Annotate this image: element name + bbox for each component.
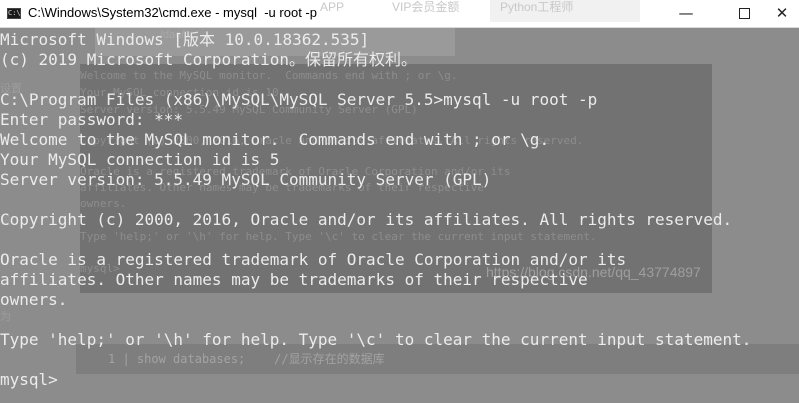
- console-line: C:\Program Files (x86)\MySQL\MySQL Serve…: [0, 90, 598, 109]
- ghost-line: owners.: [80, 197, 127, 210]
- ghost-line: Type 'help;' or '\h' for help. Type '\c'…: [80, 230, 597, 243]
- console-line: owners.: [0, 290, 68, 309]
- console-line: Your MySQL connection id is 5: [0, 150, 280, 169]
- maximize-icon: [738, 8, 750, 19]
- ghost-tab: APP: [320, 0, 345, 14]
- ghost-line: Welcome to the MySQL monitor. Commands e…: [80, 69, 458, 82]
- ghost-editor-text: 1 | show databases; //显示存在的数据库: [108, 352, 385, 366]
- minimize-icon: —: [678, 4, 694, 22]
- minimize-button[interactable]: —: [664, 0, 708, 27]
- console-line: Oracle is a registered trademark of Orac…: [0, 250, 627, 269]
- mysql-prompt[interactable]: mysql>: [0, 370, 58, 390]
- console-line: Copyright (c) 2000, 2016, Oracle and/or …: [0, 210, 733, 229]
- console-line: (c) 2019 Microsoft Corporation。保留所有权利。: [0, 50, 417, 69]
- console-line: Type 'help;' or '\h' for help. Type '\c'…: [0, 330, 752, 349]
- console-line: Enter password: ***: [0, 110, 184, 129]
- ghost-tab: VIP会员金额: [392, 0, 460, 14]
- close-button[interactable]: ✕: [760, 0, 799, 27]
- close-icon: ✕: [775, 4, 789, 22]
- ghost-side-text: 为: [0, 311, 11, 323]
- console-line: Welcome to the MySQL monitor. Commands e…: [0, 130, 550, 149]
- console-line: affiliates. Other names may be trademark…: [0, 270, 588, 289]
- console-line: Microsoft Windows [版本 10.0.18362.535]: [0, 30, 370, 49]
- cmd-icon: C:\: [7, 8, 21, 19]
- window-title: C:\Windows\System32\cmd.exe - mysql -u r…: [28, 5, 317, 20]
- window-title-bar[interactable]: C:\ C:\Windows\System32\cmd.exe - mysql …: [0, 0, 799, 28]
- ghost-tab: Python工程师: [490, 0, 640, 22]
- console-line: Server version: 5.5.49 MySQL Community S…: [0, 170, 492, 189]
